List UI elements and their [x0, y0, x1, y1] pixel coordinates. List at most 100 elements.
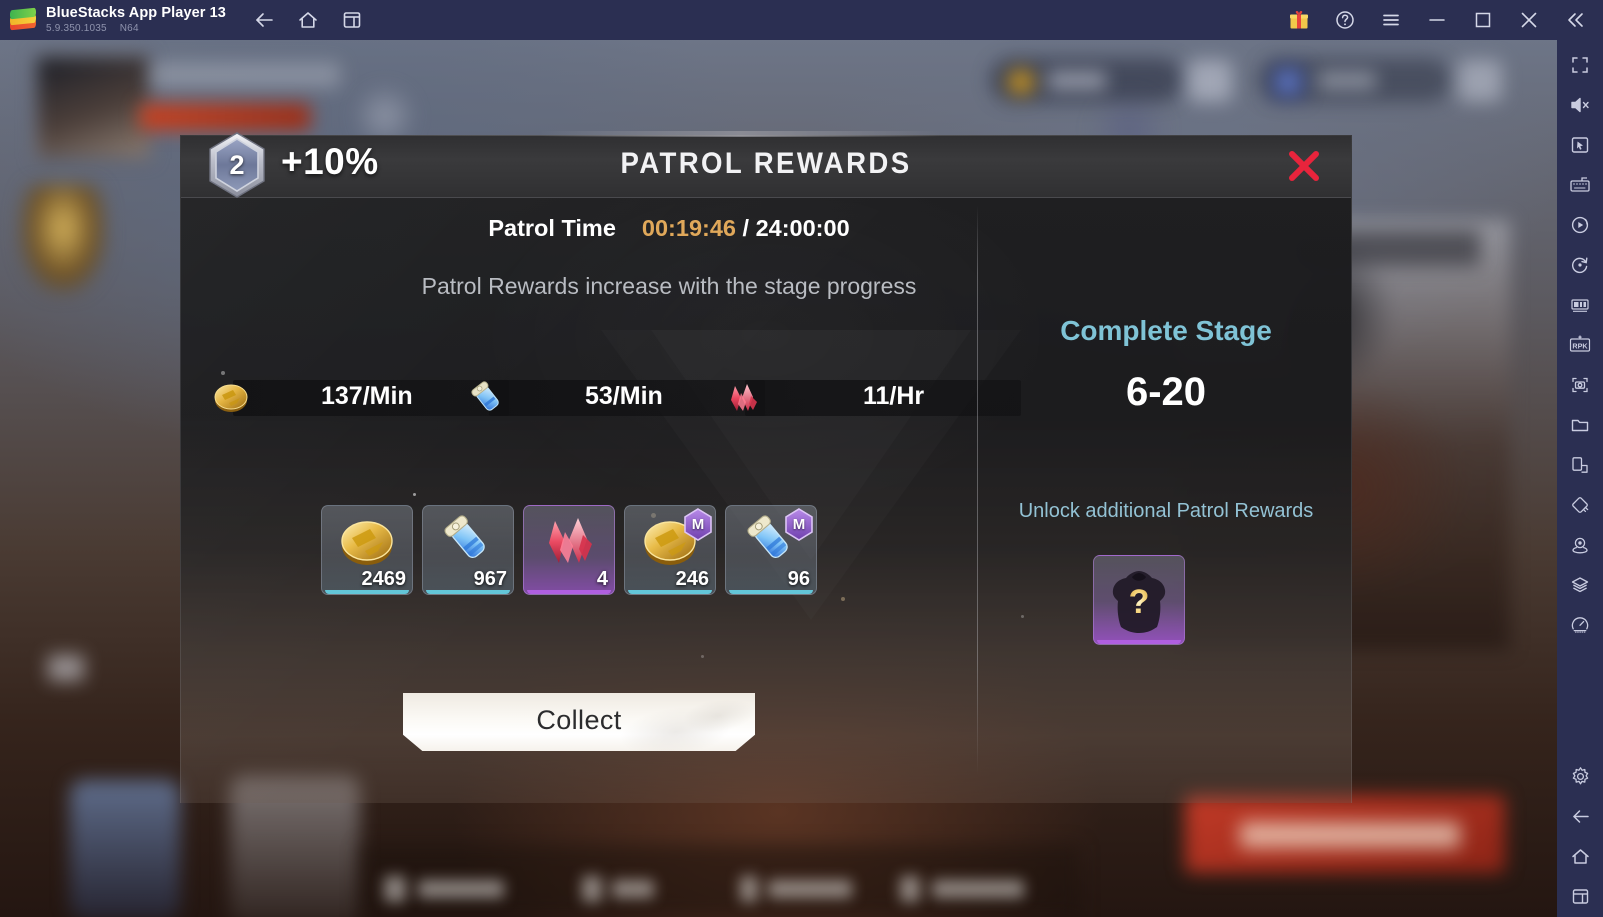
app-root: 2 +10% PATROL REWARDS Patrol Time 00:19:4… — [0, 0, 1603, 917]
blue-potion-icon — [423, 506, 513, 576]
reward-quantity: 4 — [596, 568, 608, 590]
bg-nav-label-1 — [418, 880, 504, 898]
reward-quantity: 2469 — [361, 568, 407, 590]
locked-armor-question-icon: ? — [1094, 561, 1184, 641]
rarity-underline — [628, 590, 712, 594]
bg-nav-item-4 — [900, 876, 920, 902]
titlebar-actions — [1285, 6, 1589, 34]
red-crystal-icon — [524, 506, 614, 576]
patrol-time-total: 24:00:00 — [755, 215, 850, 241]
unlock-additional-label: Unlock additional Patrol Rewards — [1018, 500, 1314, 522]
menu-icon[interactable] — [1377, 6, 1405, 34]
volume-mute-icon[interactable] — [1563, 88, 1597, 122]
shake-icon[interactable] — [1563, 488, 1597, 522]
app-version-row: 5.9.350.1035 N64 — [46, 24, 226, 34]
rpk-icon[interactable]: RPK — [1563, 328, 1597, 362]
install-apk-icon[interactable] — [1563, 448, 1597, 482]
bg-nav-label-3 — [768, 880, 852, 898]
performance-icon[interactable] — [1563, 608, 1597, 642]
collect-button-label: Collect — [536, 705, 622, 735]
svg-text:?: ? — [1129, 583, 1150, 621]
rate-item-crystal: 11/Hr — [721, 375, 1021, 421]
bg-nav-item-1 — [384, 876, 406, 902]
bg-currency-gold-value — [1048, 72, 1106, 89]
screenshot-icon[interactable] — [1563, 368, 1597, 402]
titlebar-nav-group — [250, 6, 366, 34]
recents-icon[interactable] — [1563, 879, 1597, 913]
bg-small-square — [48, 655, 84, 681]
mythic-badge-label: M — [792, 516, 806, 533]
reward-card[interactable]: 4 — [523, 505, 615, 595]
settings-gear-icon[interactable] — [1563, 759, 1597, 793]
bg-red-label — [140, 104, 310, 130]
bg-currency-gold-add — [1188, 60, 1232, 102]
app-title: BlueStacks App Player 13 — [46, 4, 226, 21]
mythic-badge: M — [784, 508, 814, 541]
minimize-icon[interactable] — [1423, 6, 1451, 34]
panel-divider — [977, 205, 978, 775]
bg-red-banner-text — [1240, 822, 1460, 848]
back-icon[interactable] — [1563, 799, 1597, 833]
dialog-header: 2 +10% PATROL REWARDS — [181, 131, 1351, 198]
reward-quantity: 246 — [675, 568, 709, 590]
gold-coin-icon — [209, 379, 253, 417]
bg-currency-gold-icon — [1006, 68, 1036, 96]
bg-nav-item-3 — [740, 876, 758, 902]
rate-value: 137/Min — [321, 382, 413, 410]
gift-icon[interactable] — [1285, 6, 1313, 34]
collect-button[interactable]: Collect — [403, 693, 755, 751]
cursor-box-icon[interactable] — [1563, 128, 1597, 162]
bluestacks-sidebar: RPK — [1557, 40, 1603, 917]
app-build: N64 — [119, 23, 139, 35]
reward-card[interactable]: 2469 — [321, 505, 413, 595]
bg-character-left — [70, 780, 180, 917]
bg-currency-gem-add — [1458, 60, 1502, 102]
macro-play-icon[interactable] — [1563, 208, 1597, 242]
reward-card[interactable]: 967 — [422, 505, 514, 595]
reward-card-list: 2469 967 4 M 246 M 96 — [321, 505, 817, 595]
keyboard-icon[interactable] — [1563, 168, 1597, 202]
bg-currency-gem-icon — [1272, 66, 1304, 98]
reward-card[interactable]: M 246 — [624, 505, 716, 595]
maximize-icon[interactable] — [1469, 6, 1497, 34]
home-icon[interactable] — [1563, 839, 1597, 873]
multi-instance-icon[interactable] — [338, 6, 366, 34]
multi-instance-manager-icon[interactable] — [1563, 288, 1597, 322]
close-icon[interactable] — [1515, 6, 1543, 34]
titlebar-text-group: BlueStacks App Player 13 5.9.350.1035 N6… — [46, 6, 226, 35]
location-icon[interactable] — [1563, 528, 1597, 562]
collapse-icon[interactable] — [1561, 6, 1589, 34]
rate-value: 53/Min — [585, 382, 663, 410]
mythic-badge-label: M — [691, 516, 705, 533]
header-top-highlight — [541, 131, 941, 137]
complete-stage-value: 6-20 — [1125, 370, 1207, 414]
fullscreen-icon[interactable] — [1563, 48, 1597, 82]
bg-nav-label-2 — [612, 880, 654, 898]
bluestacks-titlebar: BlueStacks App Player 13 5.9.350.1035 N6… — [0, 0, 1603, 40]
reward-card[interactable]: M 96 — [725, 505, 817, 595]
rotate-icon[interactable] — [1563, 248, 1597, 282]
bg-currency-gem-value — [1318, 72, 1376, 89]
red-crystal-icon — [721, 379, 765, 417]
locked-reward-card[interactable]: ? — [1093, 555, 1185, 645]
bg-left-badge — [20, 185, 106, 293]
svg-text:RPK: RPK — [1572, 341, 1588, 350]
home-icon[interactable] — [294, 6, 322, 34]
close-button[interactable] — [1284, 146, 1324, 186]
rarity-underline — [527, 590, 611, 594]
rate-item-gold: 137/Min — [209, 375, 509, 421]
app-version: 5.9.350.1035 — [46, 23, 107, 35]
reward-quantity: 967 — [473, 568, 507, 590]
bg-hero-portrait — [36, 55, 150, 159]
mythic-badge: M — [683, 508, 713, 541]
back-icon[interactable] — [250, 6, 278, 34]
rarity-underline — [1097, 640, 1181, 644]
folder-icon[interactable] — [1563, 408, 1597, 442]
layers-icon[interactable] — [1563, 568, 1597, 602]
help-icon[interactable] — [1331, 6, 1359, 34]
sparkle — [841, 597, 845, 601]
patrol-time-current: 00:19:46 — [641, 215, 736, 241]
blue-potion-icon — [465, 379, 509, 417]
bg-player-name — [150, 62, 340, 88]
gold-coin-icon — [322, 506, 412, 576]
